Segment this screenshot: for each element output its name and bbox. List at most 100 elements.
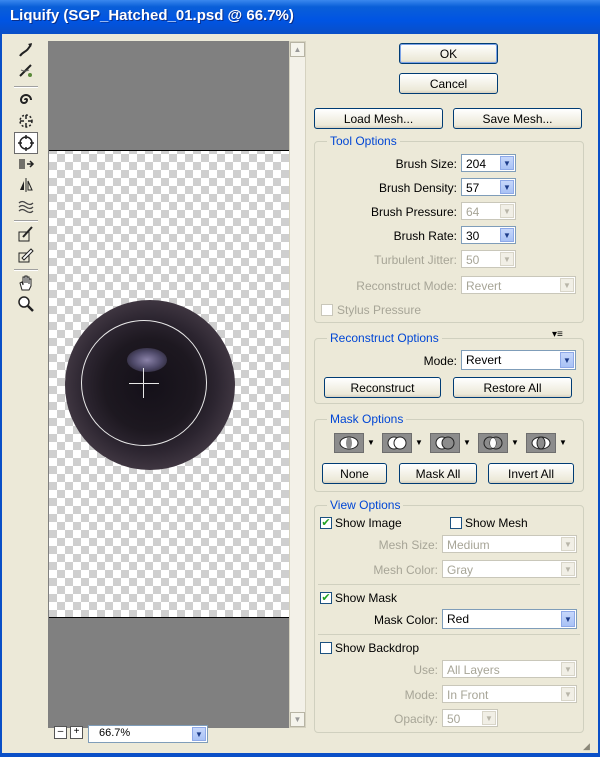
chevron-down-icon[interactable]: ▼ <box>559 438 567 447</box>
intersect-selection-icon[interactable] <box>478 433 508 453</box>
reconstruct-mode-label2: Mode: <box>423 354 457 368</box>
mask-color-select[interactable]: Red ▼ <box>442 609 577 629</box>
chevron-down-icon[interactable]: ▼ <box>367 438 375 447</box>
canvas-pasteboard-top <box>49 42 289 151</box>
use-select: All Layers ▼ <box>442 660 577 678</box>
show-mask-checkbox[interactable]: ✔ <box>320 592 332 604</box>
reconstruct-mode-dropdown[interactable]: Revert ▼ <box>461 350 576 370</box>
backdrop-mode-select: In Front ▼ <box>442 685 577 703</box>
use-value: All Layers <box>447 663 500 677</box>
mesh-size-value: Medium <box>447 538 490 552</box>
zoom-value: 66.7% <box>99 727 131 739</box>
zoom-select[interactable]: 66.7% ▼ <box>88 725 208 743</box>
chevron-down-icon: ▼ <box>561 562 575 576</box>
show-backdrop-label: Show Backdrop <box>335 641 420 655</box>
use-label: Use: <box>413 663 438 677</box>
show-mesh-checkbox[interactable] <box>450 517 462 529</box>
chevron-down-icon: ▼ <box>560 278 574 292</box>
scroll-up-icon[interactable]: ▲ <box>290 42 305 57</box>
backdrop-mode-value: In Front <box>447 688 489 702</box>
brush-density-label: Brush Density: <box>378 181 457 195</box>
chevron-down-icon[interactable]: ▼ <box>511 438 519 447</box>
mask-options-title: Mask Options <box>327 412 407 426</box>
show-backdrop-checkbox[interactable] <box>320 642 332 654</box>
bloat-icon[interactable] <box>14 132 38 154</box>
add-to-selection-icon[interactable] <box>382 433 412 453</box>
mask-color-value: Red <box>447 612 470 626</box>
view-options-title: View Options <box>327 498 404 512</box>
brush-rate-field[interactable]: 30 ▼ <box>461 226 516 244</box>
forward-warp-icon[interactable] <box>14 40 38 60</box>
divider <box>318 584 580 585</box>
mask-color-label: Mask Color: <box>373 613 438 627</box>
mesh-color-label: Mesh Color: <box>373 563 438 577</box>
chevron-down-icon: ▼ <box>561 537 575 551</box>
chevron-down-icon[interactable]: ▼ <box>415 438 423 447</box>
ok-button[interactable]: OK <box>399 43 498 64</box>
twirl-icon[interactable] <box>14 90 38 110</box>
brush-size-field[interactable]: 204 ▼ <box>461 154 516 172</box>
invert-selection-icon[interactable] <box>526 433 556 453</box>
push-left-icon[interactable] <box>14 154 38 174</box>
chevron-down-icon[interactable]: ▼ <box>500 180 514 194</box>
brush-pressure-field: 64 ▼ <box>461 202 516 220</box>
invert-all-button[interactable]: Invert All <box>488 463 574 484</box>
reconstruct-options-title: Reconstruct Options <box>327 331 442 345</box>
turbulent-jitter-label: Turbulent Jitter: <box>374 253 457 267</box>
thaw-mask-icon[interactable] <box>14 245 38 265</box>
mirror-icon[interactable] <box>14 175 38 195</box>
zoom-icon[interactable] <box>14 294 38 314</box>
brush-density-field[interactable]: 57 ▼ <box>461 178 516 196</box>
stylus-pressure-checkbox <box>321 304 333 316</box>
reconstruct-button[interactable]: Reconstruct <box>324 377 441 398</box>
backdrop-mode-label: Mode: <box>404 688 438 702</box>
divider <box>318 634 580 635</box>
chevron-down-icon[interactable]: ▼ <box>192 727 206 741</box>
load-mesh-button[interactable]: Load Mesh... <box>314 108 443 129</box>
freeze-mask-icon[interactable] <box>14 224 38 244</box>
chevron-down-icon: ▼ <box>561 662 575 676</box>
restore-all-button[interactable]: Restore All <box>453 377 572 398</box>
brush-rate-label: Brush Rate: <box>393 229 457 243</box>
preview-scrollbar[interactable]: ▲ ▼ <box>289 41 306 728</box>
show-image-label: Show Image <box>335 516 402 530</box>
show-image-checkbox[interactable]: ✔ <box>320 517 332 529</box>
opacity-value: 50 <box>447 712 461 726</box>
chevron-down-icon[interactable]: ▼ <box>463 438 471 447</box>
cancel-button[interactable]: Cancel <box>399 73 498 94</box>
chevron-down-icon: ▼ <box>500 204 514 218</box>
brush-size-label: Brush Size: <box>395 157 457 171</box>
tool-options-title: Tool Options <box>327 134 400 148</box>
brush-pressure-value: 64 <box>466 205 480 219</box>
mesh-size-select: Medium ▼ <box>442 535 577 553</box>
opacity-field: 50 ▼ <box>442 709 498 727</box>
save-mesh-button[interactable]: Save Mesh... <box>453 108 582 129</box>
resize-grip-icon[interactable]: ◢ <box>583 741 590 752</box>
stylus-pressure-label: Stylus Pressure <box>337 303 422 317</box>
brush-crosshair <box>143 368 144 398</box>
mesh-color-select: Gray ▼ <box>442 560 577 578</box>
brush-size-value: 204 <box>466 157 487 171</box>
chevron-down-icon: ▼ <box>482 711 496 725</box>
turbulent-jitter-value: 50 <box>466 253 480 267</box>
pucker-icon[interactable] <box>14 111 38 131</box>
reconstruct-icon[interactable] <box>14 61 38 81</box>
reconstruct-mode-dropdown-value: Revert <box>466 353 502 367</box>
preview-canvas[interactable] <box>48 41 290 728</box>
hand-icon[interactable] <box>14 273 38 293</box>
replace-selection-icon[interactable] <box>334 433 364 453</box>
zoom-in-button[interactable]: + <box>70 726 83 739</box>
zoom-out-button[interactable]: – <box>54 726 67 739</box>
chevron-down-icon[interactable]: ▼ <box>500 228 514 242</box>
panel-menu-icon[interactable]: ▾≡ <box>552 329 563 340</box>
chevron-down-icon[interactable]: ▼ <box>500 156 514 170</box>
turbulence-icon[interactable] <box>14 196 38 216</box>
scroll-down-icon[interactable]: ▼ <box>290 712 305 727</box>
mask-none-button[interactable]: None <box>322 463 387 484</box>
chevron-down-icon[interactable]: ▼ <box>560 352 574 368</box>
chevron-down-icon[interactable]: ▼ <box>561 611 575 627</box>
brush-crosshair <box>129 383 159 384</box>
title-bar: Liquify (SGP_Hatched_01.psd @ 66.7%) <box>0 0 600 34</box>
subtract-from-selection-icon[interactable] <box>430 433 460 453</box>
mask-all-button[interactable]: Mask All <box>399 463 477 484</box>
